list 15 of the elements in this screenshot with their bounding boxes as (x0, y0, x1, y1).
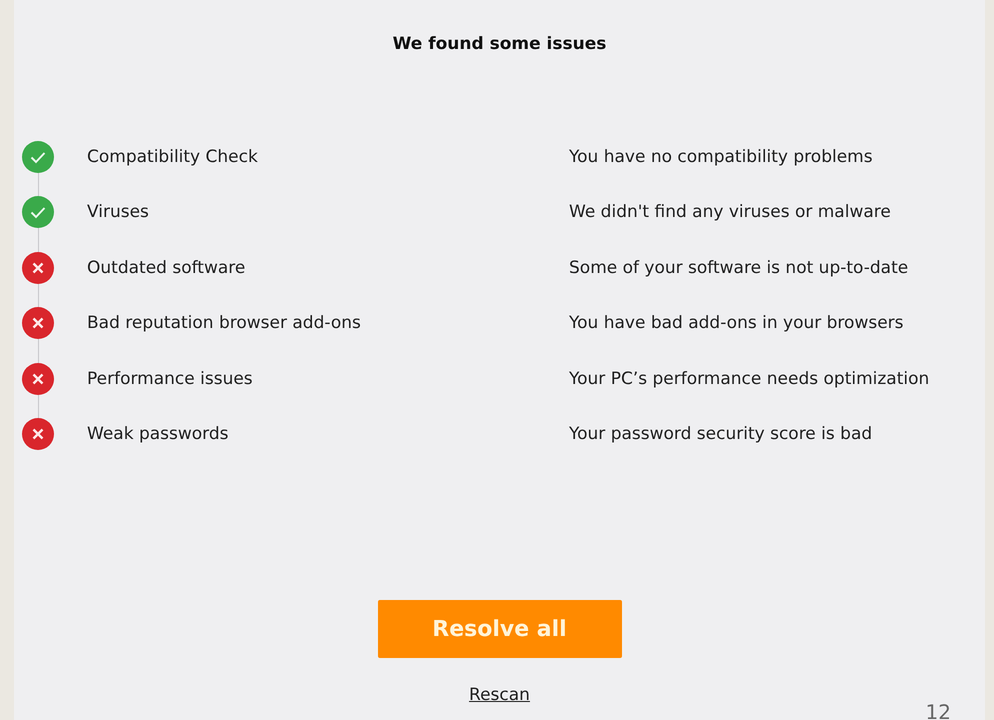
check-name: Compatibility Check (87, 146, 259, 167)
check-result: You have no compatibility problems (569, 146, 874, 167)
check-result: We didn't find any viruses or malware (569, 202, 892, 222)
check-name: Performance issues (87, 368, 254, 389)
check-name: Bad reputation browser add-ons (87, 313, 362, 334)
check-name: Outdated software (87, 258, 246, 278)
check-result: Your PC’s performance needs optimization (569, 368, 930, 389)
page-number: 12 (926, 700, 951, 720)
dialog-title: We found some issues (392, 34, 606, 54)
check-result: Some of your software is not up-to-date (569, 258, 910, 278)
check-result: You have bad add-ons in your browsers (569, 313, 905, 334)
rescan-link[interactable]: Rescan (469, 685, 530, 705)
check-name: Weak passwords (87, 424, 230, 444)
check-result: Your password security score is bad (569, 424, 874, 444)
check-name: Viruses (87, 202, 150, 222)
